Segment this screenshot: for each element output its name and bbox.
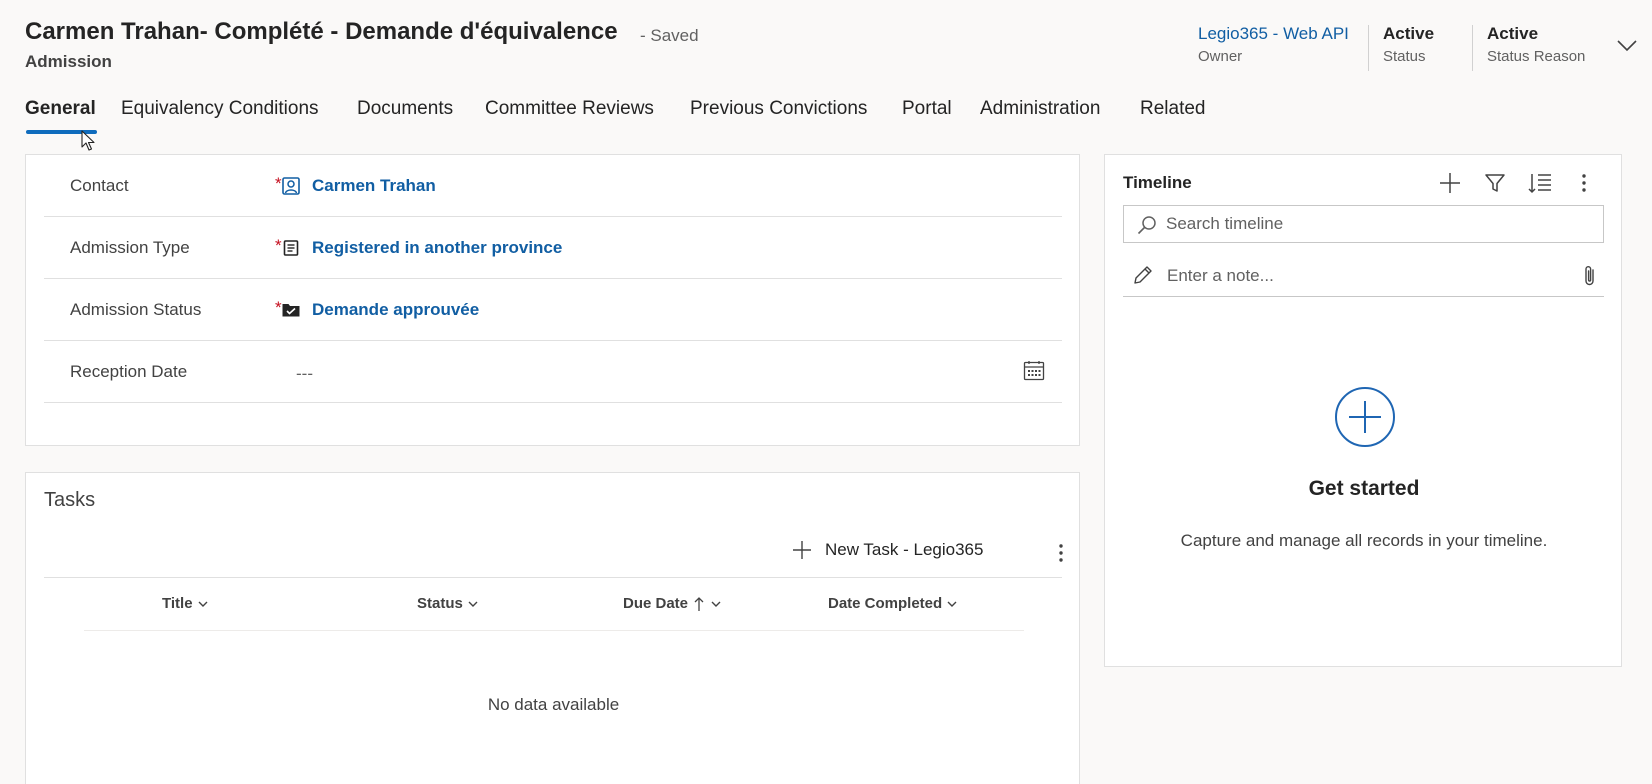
- note-placeholder[interactable]: Enter a note...: [1167, 266, 1274, 286]
- record-title: Carmen Trahan- Complété - Demande d'équi…: [25, 18, 618, 45]
- record-header: Carmen Trahan- Complété - Demande d'équi…: [0, 0, 1652, 100]
- column-header-due-date[interactable]: Due Date: [623, 595, 722, 612]
- header-divider: [1368, 25, 1369, 71]
- admission-status-row: Admission Status * Demande approuvée: [44, 279, 1062, 341]
- tab-related[interactable]: Related: [1140, 98, 1206, 120]
- chevron-down-icon: [947, 601, 957, 607]
- column-header-status[interactable]: Status: [417, 595, 479, 612]
- folder-check-icon: [280, 299, 302, 321]
- contact-lookup[interactable]: Carmen Trahan: [280, 175, 436, 197]
- add-circle-icon[interactable]: [1334, 386, 1396, 448]
- timeline-search[interactable]: [1123, 205, 1604, 243]
- admission-type-value[interactable]: Registered in another province: [312, 238, 562, 258]
- column-header-title[interactable]: Title: [162, 595, 209, 612]
- more-options-icon[interactable]: [1571, 170, 1597, 196]
- tasks-section: Tasks New Task - Legio365 Title Status D…: [25, 472, 1080, 784]
- tab-portal[interactable]: Portal: [902, 98, 952, 120]
- column-header-label: Title: [162, 595, 193, 612]
- grid-divider: [44, 577, 1062, 578]
- admission-type-lookup[interactable]: Registered in another province: [280, 237, 562, 259]
- status-field: Active Status: [1383, 24, 1434, 65]
- reception-date-row: Reception Date ---: [44, 341, 1062, 403]
- general-form-section: Contact * Carmen Trahan Admission Type *: [25, 154, 1080, 446]
- calendar-icon[interactable]: [1022, 359, 1046, 383]
- column-header-label: Status: [417, 595, 463, 612]
- timeline-note[interactable]: Enter a note...: [1123, 259, 1604, 297]
- owner-value[interactable]: Legio365 - Web API: [1198, 24, 1349, 44]
- status-value: Active: [1383, 24, 1435, 43]
- owner-label: Owner: [1198, 48, 1243, 65]
- tab-documents[interactable]: Documents: [357, 98, 453, 120]
- new-task-label: New Task - Legio365: [825, 540, 984, 559]
- reception-date-label: Reception Date: [70, 362, 188, 381]
- admission-status-label: Admission Status: [70, 300, 202, 319]
- chevron-down-icon[interactable]: [1615, 36, 1639, 56]
- empty-grid-message: No data available: [487, 695, 620, 714]
- timeline-search-input[interactable]: [1166, 210, 1586, 238]
- admission-status-lookup[interactable]: Demande approuvée: [280, 299, 479, 321]
- chevron-down-icon: [198, 601, 208, 607]
- admission-type-row: Admission Type * Registered in another p…: [44, 217, 1062, 279]
- search-icon: [1137, 216, 1156, 235]
- status-reason-label: Status Reason: [1487, 48, 1586, 65]
- sort-list-icon[interactable]: [1527, 170, 1553, 196]
- timeline-title: Timeline: [1123, 173, 1192, 192]
- timeline-empty-description: Capture and manage all records in your t…: [1180, 531, 1548, 550]
- admission-type-label: Admission Type: [70, 238, 190, 257]
- tasks-title: Tasks: [44, 489, 96, 511]
- plus-icon: [793, 541, 811, 559]
- attachment-icon[interactable]: [1580, 263, 1600, 289]
- contact-value[interactable]: Carmen Trahan: [312, 176, 436, 196]
- mouse-cursor-icon: [81, 130, 95, 151]
- entity-name: Admission: [25, 52, 112, 71]
- contact-label: Contact: [70, 176, 129, 195]
- tab-previous-convictions[interactable]: Previous Convictions: [690, 98, 867, 120]
- sort-ascending-icon: [694, 596, 704, 611]
- column-header-date-completed[interactable]: Date Completed: [828, 595, 958, 612]
- document-icon: [280, 237, 302, 259]
- pencil-icon: [1134, 266, 1152, 284]
- new-task-button[interactable]: New Task - Legio365: [791, 539, 983, 561]
- owner-field[interactable]: Legio365 - Web API Owner: [1198, 24, 1349, 65]
- tab-equivalency-conditions[interactable]: Equivalency Conditions: [121, 98, 319, 120]
- timeline-empty-title: Get started: [1308, 477, 1420, 500]
- timeline-section: Timeline Enter a note...: [1104, 154, 1622, 667]
- grid-header-divider: [84, 630, 1024, 631]
- more-options-icon[interactable]: [1051, 541, 1071, 565]
- contact-icon: [280, 175, 302, 197]
- chevron-down-icon: [468, 601, 478, 607]
- column-header-label: Date Completed: [828, 595, 943, 612]
- tab-administration[interactable]: Administration: [980, 98, 1100, 120]
- contact-row: Contact * Carmen Trahan: [44, 155, 1062, 217]
- filter-icon[interactable]: [1482, 170, 1508, 196]
- status-label: Status: [1383, 48, 1426, 65]
- admission-status-value[interactable]: Demande approuvée: [312, 300, 479, 320]
- status-reason-value: Active: [1487, 24, 1539, 43]
- header-divider: [1472, 25, 1473, 71]
- column-header-label: Due Date: [623, 595, 689, 612]
- reception-date-value[interactable]: ---: [296, 364, 313, 384]
- add-icon[interactable]: [1437, 170, 1463, 196]
- status-reason-field: Active Status Reason: [1487, 24, 1585, 65]
- tab-committee-reviews[interactable]: Committee Reviews: [485, 98, 654, 120]
- chevron-down-icon: [711, 601, 721, 607]
- save-status: - Saved: [640, 26, 699, 45]
- tab-general[interactable]: General: [25, 98, 96, 120]
